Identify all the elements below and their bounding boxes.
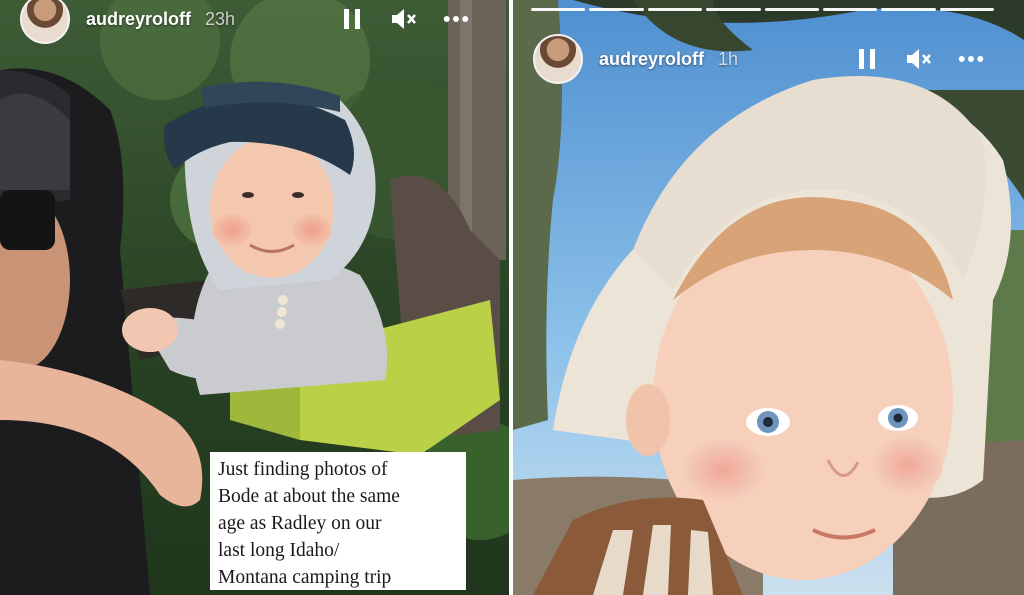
profile-avatar[interactable] — [533, 34, 583, 84]
story-panel-left[interactable]: audreyroloff 23h Just finding photos of … — [0, 0, 509, 595]
story-controls — [339, 6, 469, 32]
more-options-icon[interactable] — [958, 46, 984, 72]
story-photo-baby-sun-hat — [513, 0, 1024, 595]
story-progress-bar — [531, 8, 994, 11]
post-timestamp: 23h — [205, 8, 236, 29]
story-panel-right[interactable]: audreyroloff 1h — [513, 0, 1024, 595]
progress-segment — [881, 8, 936, 11]
profile-avatar[interactable] — [20, 0, 70, 44]
pause-icon[interactable] — [854, 46, 880, 72]
progress-segment — [764, 8, 819, 11]
more-options-icon[interactable] — [443, 6, 469, 32]
muted-speaker-icon[interactable] — [906, 46, 932, 72]
username[interactable]: audreyroloff — [86, 9, 191, 30]
story-caption: Just finding photos of Bode at about the… — [210, 452, 466, 590]
progress-segment — [589, 8, 644, 11]
muted-speaker-icon[interactable] — [391, 6, 417, 32]
username[interactable]: audreyroloff — [599, 49, 704, 70]
post-timestamp: 1h — [718, 48, 739, 69]
progress-segment — [531, 8, 586, 11]
progress-segment — [647, 8, 703, 11]
story-header: audreyroloff 1h — [513, 34, 1024, 84]
progress-segment — [706, 8, 761, 11]
story-header: audreyroloff 23h — [0, 0, 509, 44]
progress-segment — [822, 8, 878, 11]
progress-segment — [939, 8, 994, 11]
story-controls — [854, 46, 984, 72]
pause-icon[interactable] — [339, 6, 365, 32]
